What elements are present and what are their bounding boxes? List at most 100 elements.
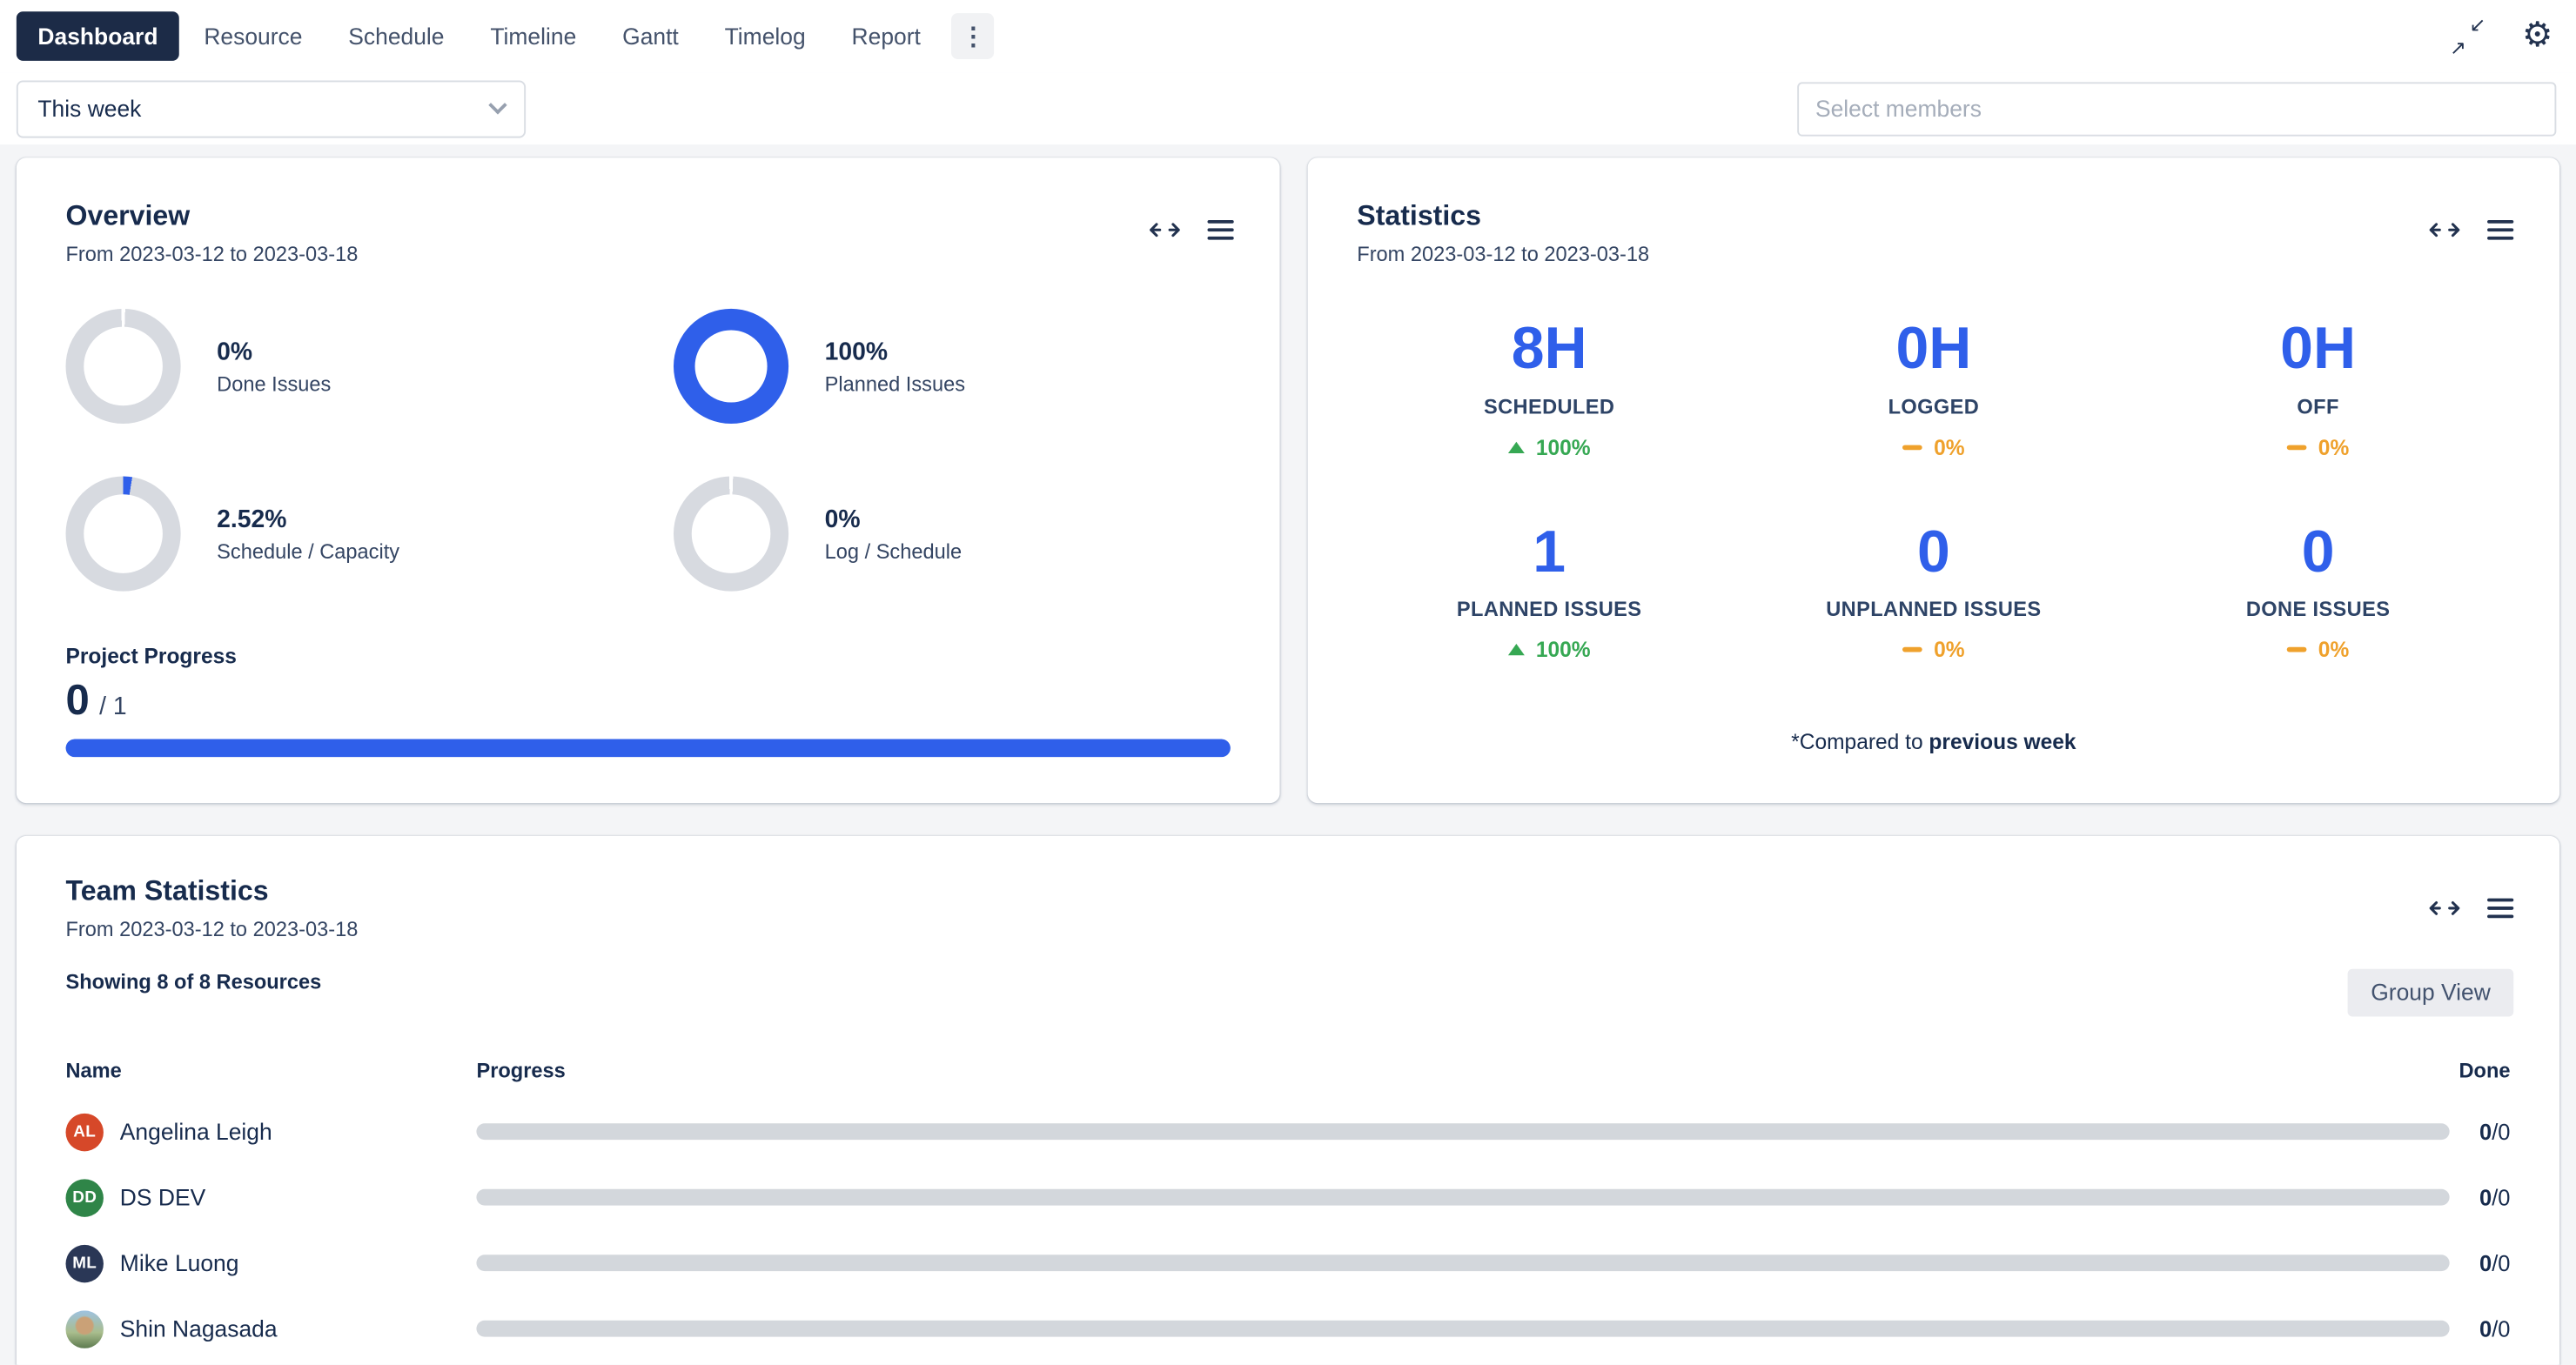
chevron-down-icon xyxy=(488,96,506,114)
project-progress-value: 0 xyxy=(66,675,90,726)
donut-log-schedule: 0% Log / Schedule xyxy=(674,476,1231,591)
donut-value: 100% xyxy=(825,338,965,365)
tab-schedule[interactable]: Schedule xyxy=(327,11,466,61)
stat-delta: 0% xyxy=(2287,638,2349,662)
donut-value: 0% xyxy=(217,338,331,365)
resource-progress-bar xyxy=(476,1321,2449,1337)
donut-value: 0% xyxy=(825,505,962,532)
statistics-date-range: From 2023-03-12 to 2023-03-18 xyxy=(1357,243,2510,265)
log-schedule-donut-chart xyxy=(674,476,788,591)
trend-flat-icon xyxy=(2287,445,2307,450)
stat-delta: 0% xyxy=(1902,638,1964,662)
nav-tabs: Dashboard Resource Schedule Timeline Gan… xyxy=(17,11,995,61)
tab-dashboard[interactable]: Dashboard xyxy=(17,11,179,61)
stat-value: 0 xyxy=(1917,519,1950,584)
resource-progress-bar xyxy=(476,1123,2449,1140)
collapse-view-icon[interactable]: ↙ ↗ xyxy=(2450,18,2486,55)
donut-label: Planned Issues xyxy=(825,372,965,395)
team-statistics-card: Team Statistics From 2023-03-12 to 2023-… xyxy=(17,836,2559,1365)
stat-planned-issues: 1 PLANNED ISSUES 100% xyxy=(1357,519,1741,662)
trend-up-icon xyxy=(1508,644,1525,655)
stat-value: 1 xyxy=(1533,519,1566,584)
done-count: 0/0 xyxy=(2450,1120,2511,1144)
stat-scheduled: 8H SCHEDULED 100% xyxy=(1357,315,1741,458)
group-view-button[interactable]: Group View xyxy=(2348,969,2513,1017)
project-progress-section: Project Progress 0 / 1 xyxy=(66,644,1231,757)
resource-name: Mike Luong xyxy=(120,1250,239,1276)
select-members-input[interactable] xyxy=(1797,81,2556,135)
team-table: Name Progress Done AL Angelina Leigh 0/0 xyxy=(66,1056,2511,1362)
done-count: 0/0 xyxy=(2450,1185,2511,1209)
table-row[interactable]: Shin Nagasada 0/0 xyxy=(66,1295,2511,1362)
avatar: DD xyxy=(66,1178,104,1215)
team-statistics-date-range: From 2023-03-12 to 2023-03-18 xyxy=(66,918,2511,940)
donut-label: Done Issues xyxy=(217,372,331,395)
table-row[interactable]: AL Angelina Leigh 0/0 xyxy=(66,1099,2511,1165)
card-menu-icon[interactable] xyxy=(1208,220,1234,240)
stat-delta: 100% xyxy=(1508,434,1591,458)
done-count: 0/0 xyxy=(2450,1251,2511,1275)
project-progress-total: / 1 xyxy=(99,693,127,721)
team-statistics-title: Team Statistics xyxy=(66,875,2511,908)
tab-timelog[interactable]: Timelog xyxy=(703,11,827,61)
period-select-value: This week xyxy=(37,95,141,121)
nav-overflow-button[interactable]: ⋮ xyxy=(952,13,995,59)
planned-issues-donut-chart xyxy=(674,309,788,424)
table-row[interactable]: DD DS DEV 0/0 xyxy=(66,1164,2511,1230)
stat-label: PLANNED ISSUES xyxy=(1457,598,1641,620)
resource-progress-bar xyxy=(476,1189,2449,1206)
card-menu-icon[interactable] xyxy=(2487,220,2513,240)
overview-card: Overview From 2023-03-12 to 2023-03-18 0… xyxy=(17,157,1280,803)
stat-label: LOGGED xyxy=(1888,395,1980,418)
stat-delta: 0% xyxy=(2287,434,2349,458)
team-table-header: Name Progress Done xyxy=(66,1056,2511,1086)
overview-date-range: From 2023-03-12 to 2023-03-18 xyxy=(66,243,1231,265)
tab-timeline[interactable]: Timeline xyxy=(469,11,598,61)
overview-donuts: 0% Done Issues 100% Planned Issues xyxy=(66,309,1231,592)
expand-horizontal-icon[interactable] xyxy=(2428,220,2461,240)
settings-gear-icon[interactable]: ⚙ xyxy=(2522,18,2553,55)
stat-unplanned-issues: 0 UNPLANNED ISSUES 0% xyxy=(1741,519,2126,662)
resources-count-label: Showing 8 of 8 Resources xyxy=(66,971,2511,994)
stat-label: SCHEDULED xyxy=(1484,395,1614,418)
stat-value: 0H xyxy=(2280,315,2356,380)
statistics-card: Statistics From 2023-03-12 to 2023-03-18… xyxy=(1308,157,2559,803)
table-row[interactable]: ML Mike Luong 0/0 xyxy=(66,1230,2511,1296)
stat-delta: 100% xyxy=(1508,638,1591,662)
tab-resource[interactable]: Resource xyxy=(183,11,324,61)
expand-horizontal-icon[interactable] xyxy=(1149,220,1182,240)
stat-value: 0H xyxy=(1895,315,1971,380)
stat-label: DONE ISSUES xyxy=(2246,598,2390,620)
top-navigation-bar: Dashboard Resource Schedule Timeline Gan… xyxy=(0,0,2576,72)
statistics-title: Statistics xyxy=(1357,200,2510,233)
overview-title: Overview xyxy=(66,200,1231,233)
filter-bar: This week xyxy=(0,72,2576,144)
trend-up-icon xyxy=(1508,441,1525,452)
done-issues-donut-chart xyxy=(66,309,181,424)
dashboard-content: Overview From 2023-03-12 to 2023-03-18 0… xyxy=(0,144,2576,1365)
schedule-capacity-donut-chart xyxy=(66,476,181,591)
column-header-done: Done xyxy=(2450,1060,2511,1082)
trend-flat-icon xyxy=(2287,647,2307,652)
done-count: 0/0 xyxy=(2450,1316,2511,1341)
resource-name: DS DEV xyxy=(120,1184,205,1210)
stat-logged: 0H LOGGED 0% xyxy=(1741,315,2126,458)
donut-label: Schedule / Capacity xyxy=(217,539,399,562)
expand-horizontal-icon[interactable] xyxy=(2428,899,2461,919)
avatar-photo xyxy=(66,1309,104,1347)
card-menu-icon[interactable] xyxy=(2487,899,2513,919)
dashboard-page: Dashboard Resource Schedule Timeline Gan… xyxy=(0,0,2576,1365)
stat-off: 0H OFF 0% xyxy=(2126,315,2511,458)
tab-report[interactable]: Report xyxy=(830,11,942,61)
stat-label: UNPLANNED ISSUES xyxy=(1826,598,2041,620)
avatar: AL xyxy=(66,1113,104,1150)
trend-flat-icon xyxy=(1902,445,1922,450)
resource-name: Angelina Leigh xyxy=(120,1119,272,1145)
tab-gantt[interactable]: Gantt xyxy=(601,11,701,61)
stat-value: 0 xyxy=(2302,519,2335,584)
stat-label: OFF xyxy=(2297,395,2338,418)
more-vertical-icon: ⋮ xyxy=(961,22,985,51)
period-select[interactable]: This week xyxy=(17,80,526,137)
trend-flat-icon xyxy=(1902,647,1922,652)
column-header-name: Name xyxy=(66,1060,477,1082)
